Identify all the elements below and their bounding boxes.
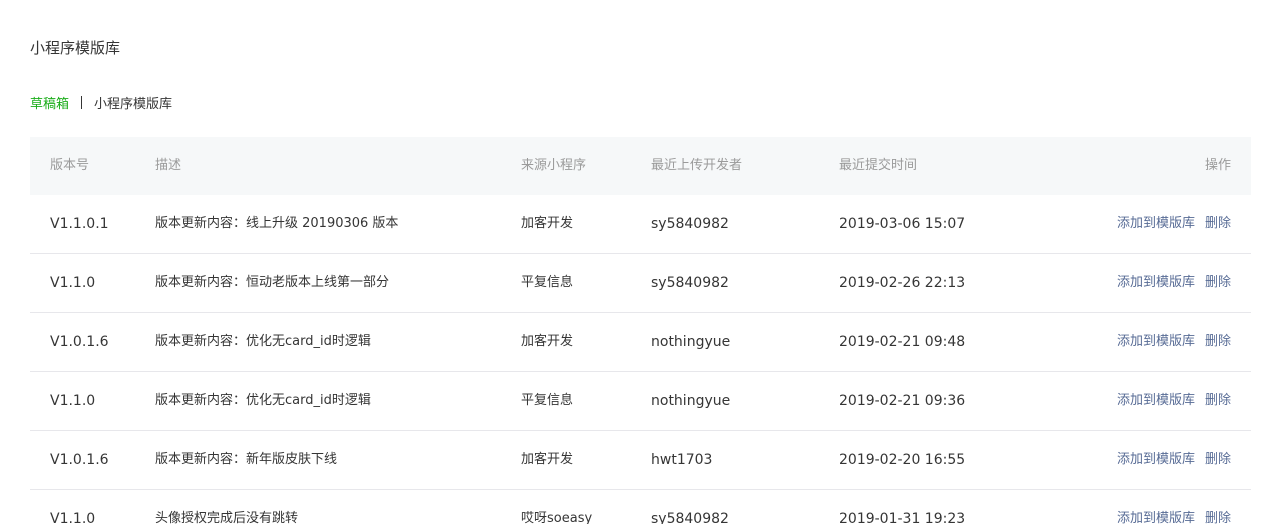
row-ops: 添加到模版库 删除 [1117, 254, 1231, 312]
row-ops: 添加到模版库 删除 [1117, 195, 1231, 253]
delete-link[interactable]: 删除 [1205, 452, 1231, 467]
row-version: V1.0.1.6 [50, 452, 109, 468]
row-description: 版本更新内容：线上升级 20190306 版本 [155, 216, 399, 231]
row-developer: nothingyue [651, 393, 731, 409]
row-time: 2019-02-20 16:55 [839, 452, 966, 468]
page-title: 小程序模版库 [30, 39, 121, 57]
row-developer: sy5840982 [651, 511, 729, 524]
row-version: V1.1.0.1 [50, 216, 109, 232]
delete-link[interactable]: 删除 [1205, 275, 1231, 290]
add-to-library-link[interactable]: 添加到模版库 [1117, 393, 1195, 408]
row-source: 加客开发 [521, 216, 574, 231]
row-time: 2019-03-06 15:07 [839, 216, 966, 232]
row-source: 加客开发 [521, 334, 574, 349]
row-developer: sy5840982 [651, 275, 729, 291]
page: 小程序模版库 草稿箱 小程序模版库 版本号 描述 来源小程序 最近上传开发者 最… [0, 0, 1285, 524]
row-version: V1.1.0 [50, 511, 96, 524]
row-description: 版本更新内容：新年版皮肤下线 [155, 452, 338, 467]
breadcrumb: 草稿箱 小程序模版库 [30, 93, 172, 112]
add-to-library-link[interactable]: 添加到模版库 [1117, 275, 1195, 290]
row-developer: sy5840982 [651, 216, 729, 232]
header-source: 来源小程序 [521, 158, 587, 173]
row-source: 平复信息 [521, 393, 574, 408]
breadcrumb-separator [81, 96, 83, 109]
table-row: V1.0.1.6 版本更新内容：新年版皮肤下线 加客开发 hwt1703 201… [30, 431, 1251, 490]
add-to-library-link[interactable]: 添加到模版库 [1117, 216, 1195, 231]
row-source: 哎呀soeasy [521, 511, 593, 524]
row-version: V1.1.0 [50, 275, 96, 291]
row-time: 2019-02-26 22:13 [839, 275, 966, 291]
breadcrumb-drafts-link[interactable]: 草稿箱 [30, 93, 69, 112]
row-version: V1.1.0 [50, 393, 96, 409]
template-table: 版本号 描述 来源小程序 最近上传开发者 最近提交时间 操作 V1.1.0.1 … [30, 137, 1251, 524]
row-description: 版本更新内容：优化无card_id时逻辑 [155, 334, 371, 349]
row-source: 平复信息 [521, 275, 574, 290]
row-ops: 添加到模版库 删除 [1117, 313, 1231, 371]
row-time: 2019-01-31 19:23 [839, 511, 966, 524]
row-ops: 添加到模版库 删除 [1117, 431, 1231, 489]
table-row: V1.1.0 版本更新内容：恒动老版本上线第一部分 平复信息 sy5840982… [30, 254, 1251, 313]
row-description: 版本更新内容：优化无card_id时逻辑 [155, 393, 371, 408]
add-to-library-link[interactable]: 添加到模版库 [1117, 334, 1195, 349]
table-header: 版本号 描述 来源小程序 最近上传开发者 最近提交时间 操作 [30, 137, 1251, 195]
row-ops: 添加到模版库 删除 [1117, 490, 1231, 524]
table-row: V1.0.1.6 版本更新内容：优化无card_id时逻辑 加客开发 nothi… [30, 313, 1251, 372]
add-to-library-link[interactable]: 添加到模版库 [1117, 452, 1195, 467]
header-version: 版本号 [50, 158, 90, 173]
table-row: V1.1.0.1 版本更新内容：线上升级 20190306 版本 加客开发 sy… [30, 195, 1251, 254]
header-time: 最近提交时间 [839, 158, 918, 173]
delete-link[interactable]: 删除 [1205, 393, 1231, 408]
delete-link[interactable]: 删除 [1205, 511, 1231, 524]
delete-link[interactable]: 删除 [1205, 334, 1231, 349]
breadcrumb-current: 小程序模版库 [94, 97, 173, 112]
row-source: 加客开发 [521, 452, 574, 467]
row-time: 2019-02-21 09:48 [839, 334, 966, 350]
add-to-library-link[interactable]: 添加到模版库 [1117, 511, 1195, 524]
table-row: V1.1.0 版本更新内容：优化无card_id时逻辑 平复信息 nothing… [30, 372, 1251, 431]
header-developer: 最近上传开发者 [651, 158, 743, 173]
row-developer: nothingyue [651, 334, 731, 350]
delete-link[interactable]: 删除 [1205, 216, 1231, 231]
row-description: 头像授权完成后没有跳转 [155, 511, 299, 524]
row-ops: 添加到模版库 删除 [1117, 372, 1231, 430]
row-time: 2019-02-21 09:36 [839, 393, 966, 409]
row-developer: hwt1703 [651, 452, 713, 468]
row-version: V1.0.1.6 [50, 334, 109, 350]
header-description: 描述 [155, 158, 182, 173]
table-row: V1.1.0 头像授权完成后没有跳转 哎呀soeasy sy5840982 20… [30, 490, 1251, 524]
header-ops: 操作 [1204, 158, 1231, 173]
row-description: 版本更新内容：恒动老版本上线第一部分 [155, 275, 390, 290]
